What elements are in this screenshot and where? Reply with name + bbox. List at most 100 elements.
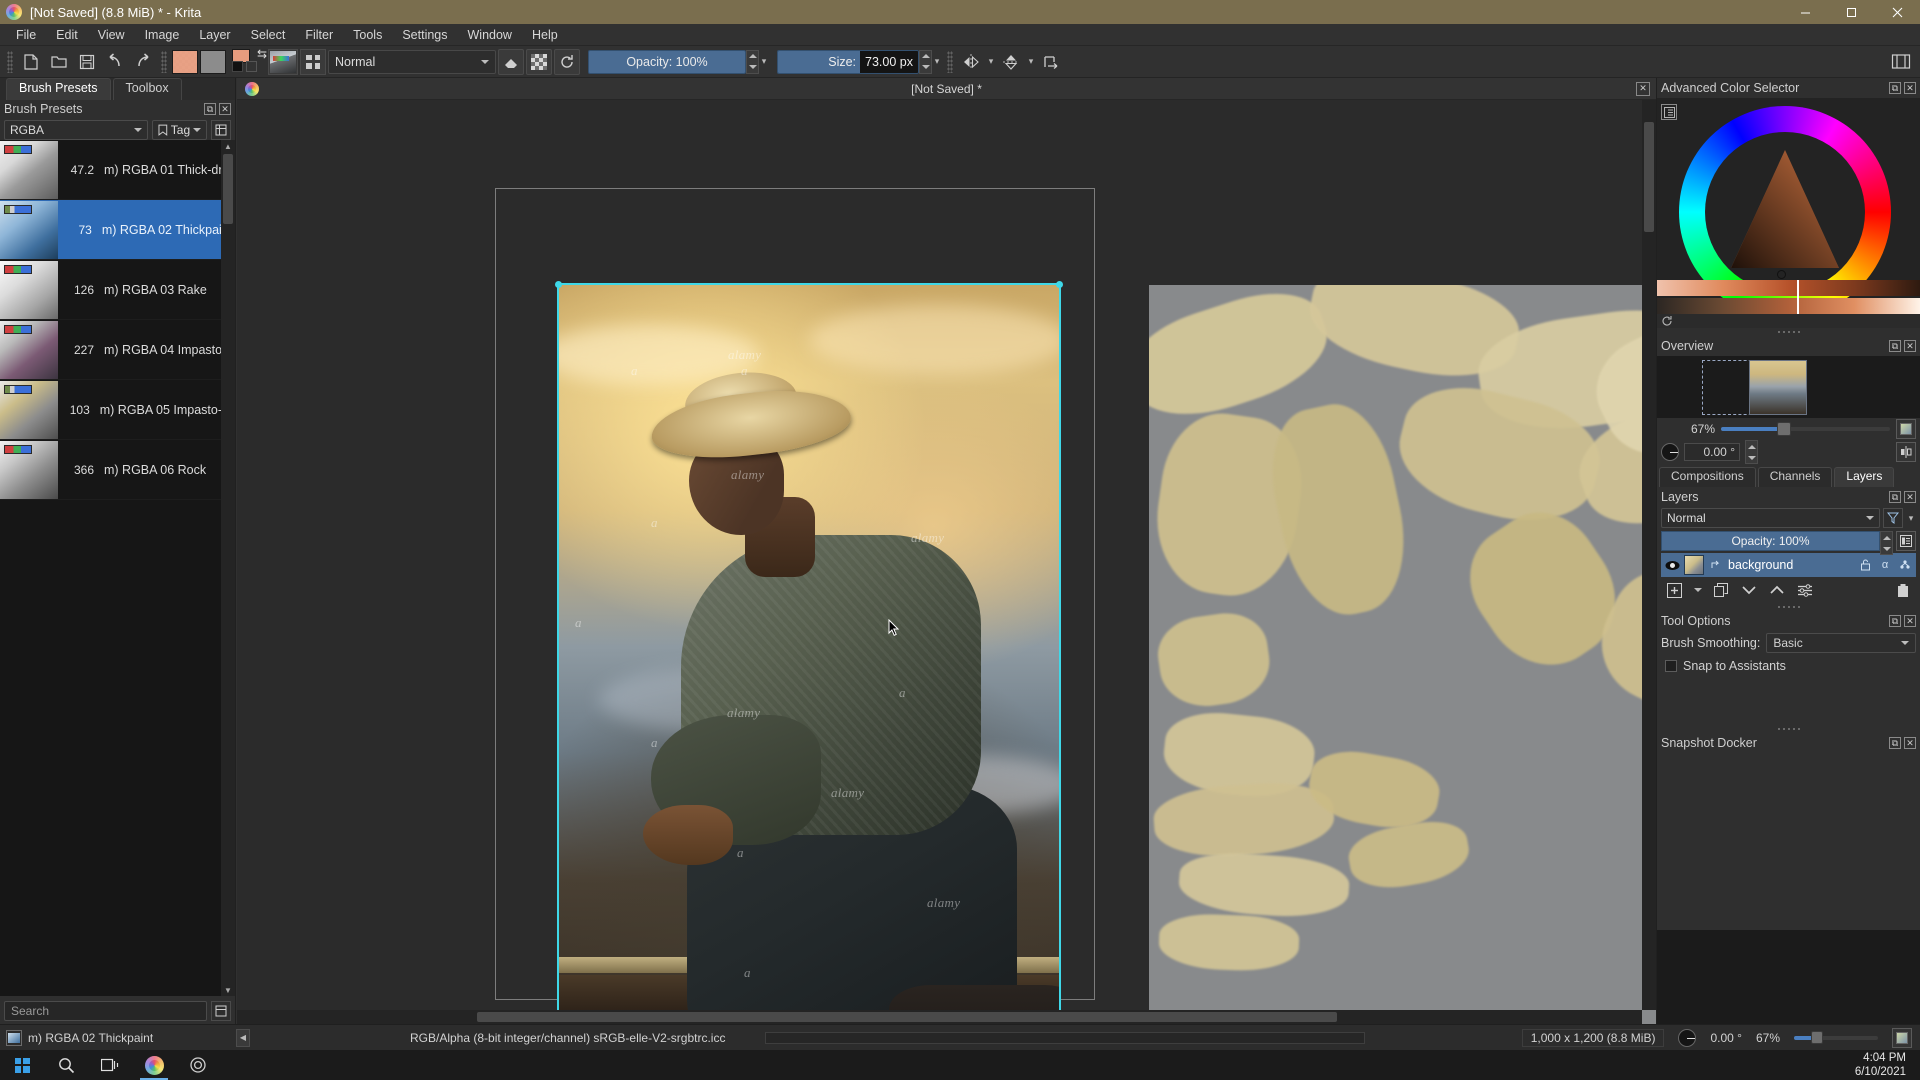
advanced-color-selector[interactable] [1657,98,1920,328]
brush-editor-icon[interactable] [300,48,326,75]
canvas-image-selection[interactable]: alamy alamy alamy alamy alamy alamy a a … [555,281,1063,1080]
close-subwindow-icon[interactable]: ✕ [1636,81,1650,96]
close-docker-icon[interactable]: ✕ [1904,340,1916,352]
close-docker-icon[interactable]: ✕ [1904,82,1916,94]
cortana-icon[interactable] [176,1050,220,1080]
background-color-swatch[interactable] [232,60,243,72]
menu-image[interactable]: Image [135,26,190,44]
pass-through-icon[interactable] [1897,557,1913,573]
list-item[interactable]: 73 m) RGBA 02 Thickpaint* [0,200,235,260]
toolbar-grip-3[interactable] [947,50,953,73]
lock-icon[interactable] [1857,557,1873,573]
docker-splitter-2[interactable] [1657,603,1920,611]
blending-mode-select[interactable]: Normal [328,49,496,74]
float-docker-icon[interactable]: ⧉ [1889,737,1901,749]
eraser-icon[interactable] [498,48,524,75]
gradient-swatch[interactable] [172,49,198,74]
menu-window[interactable]: Window [458,26,522,44]
filter-chevron-icon[interactable]: ▾ [1906,513,1916,524]
close-docker-icon[interactable]: ✕ [1904,491,1916,503]
open-folder-icon[interactable] [46,49,72,75]
pattern-swatch[interactable] [200,49,226,74]
brush-size-slider[interactable]: Size: 73.00 px [777,49,919,74]
menu-tools[interactable]: Tools [343,26,392,44]
canvas-horizontal-scrollbar[interactable] [237,1010,1642,1024]
canvas-rotation-dial-icon[interactable] [1678,1028,1697,1047]
tag-filter-select[interactable]: RGBA [4,120,149,140]
tab-toolbox[interactable]: Toolbox [112,78,182,100]
list-item[interactable]: 126 m) RGBA 03 Rake [0,260,235,320]
float-docker-icon[interactable]: ⧉ [1889,340,1901,352]
menu-select[interactable]: Select [241,26,296,44]
scrollbar-thumb[interactable] [1644,122,1654,232]
slider-knob[interactable] [1810,1030,1823,1044]
canvas-vertical-scrollbar[interactable] [1642,100,1656,1010]
minimize-button[interactable] [1782,0,1828,24]
mirror-v-chevron-icon[interactable]: ▾ [1026,56,1036,67]
inherit-alpha-icon[interactable] [1708,557,1724,573]
windows-start-icon[interactable] [0,1050,44,1080]
close-button[interactable] [1874,0,1920,24]
reload-preset-icon[interactable] [554,48,580,75]
brush-preset-chooser-button[interactable] [268,48,298,75]
delete-layer-button[interactable] [1894,581,1912,599]
layer-name[interactable]: background [1728,558,1853,572]
list-item[interactable]: 366 m) RGBA 06 Rock [0,440,235,500]
filter-layers-icon[interactable] [1883,508,1903,528]
add-layer-button[interactable] [1665,581,1683,599]
brush-preset-list[interactable]: 47.2 m) RGBA 01 Thick-dry 73 m) RGBA 02 … [0,140,235,996]
brush-preset-icon[interactable] [6,1029,22,1046]
list-view-icon[interactable] [211,120,231,140]
color-history-row[interactable] [1657,314,1920,328]
list-item[interactable]: 103 m) RGBA 05 Impasto-deta [0,380,235,440]
preserve-alpha-icon[interactable] [526,48,552,75]
scrollbar-thumb[interactable] [477,1012,1337,1022]
docker-splitter-3[interactable] [1657,725,1920,733]
add-layer-dropdown[interactable] [1693,581,1702,599]
fit-page-icon[interactable] [1892,1027,1912,1048]
list-item[interactable]: 227 m) RGBA 04 Impasto [0,320,235,380]
mirror-horizontal-icon[interactable] [958,49,984,75]
menu-filter[interactable]: Filter [295,26,343,44]
color-selector-settings-icon[interactable] [1661,104,1677,120]
tag-button[interactable]: Tag [152,120,208,140]
color-shade-strip-2[interactable] [1657,298,1920,314]
move-layer-up-button[interactable] [1768,581,1786,599]
overview-thumbnail[interactable] [1657,356,1920,418]
duplicate-layer-button[interactable] [1712,581,1730,599]
snap-to-assistants-row[interactable]: Snap to Assistants [1661,655,1916,677]
rotation-stepper[interactable] [1745,440,1758,464]
search-filter-icon[interactable] [211,1001,231,1021]
color-shade-strip-1[interactable] [1657,280,1920,296]
taskbar-clock[interactable]: 4:04 PM 6/10/2021 [1855,1051,1920,1080]
selection-handle-tr[interactable] [1056,281,1063,288]
move-layer-down-button[interactable] [1740,581,1758,599]
eye-icon[interactable] [1664,557,1680,573]
color-cursor-marker[interactable] [1777,270,1786,279]
wrap-around-icon[interactable] [1038,49,1064,75]
tab-layers[interactable]: Layers [1834,467,1895,487]
task-view-icon[interactable] [88,1050,132,1080]
table-row[interactable]: background α [1661,553,1916,577]
size-stepper[interactable] [919,49,932,74]
float-docker-icon[interactable]: ⧉ [1889,615,1901,627]
search-input[interactable]: Search [4,1001,207,1021]
undo-icon[interactable] [102,49,128,75]
selection-handle-tl[interactable] [555,281,562,288]
preset-list-scrollbar[interactable]: ▲ ▼ [221,140,235,996]
brush-smoothing-select[interactable]: Basic [1766,633,1916,653]
tab-compositions[interactable]: Compositions [1659,467,1756,487]
opacity-slider[interactable]: Opacity: 100% [588,49,746,74]
float-docker-icon[interactable]: ⧉ [1889,82,1901,94]
layer-properties-icon[interactable] [1896,531,1916,551]
overview-zoom-slider[interactable] [1721,422,1890,436]
list-item[interactable]: 47.2 m) RGBA 01 Thick-dry [0,140,235,200]
float-docker-icon[interactable]: ⧉ [1889,491,1901,503]
mirror-h-chevron-icon[interactable]: ▾ [986,56,996,67]
close-docker-icon[interactable]: ✕ [1904,737,1916,749]
opacity-options-chevron-icon[interactable]: ▾ [759,56,769,67]
foreground-background-color[interactable]: ⇆ [232,47,267,75]
alpha-lock-icon[interactable]: α [1877,557,1893,573]
layer-opacity-slider[interactable]: Opacity: 100% [1661,531,1880,551]
menu-file[interactable]: File [6,26,46,44]
